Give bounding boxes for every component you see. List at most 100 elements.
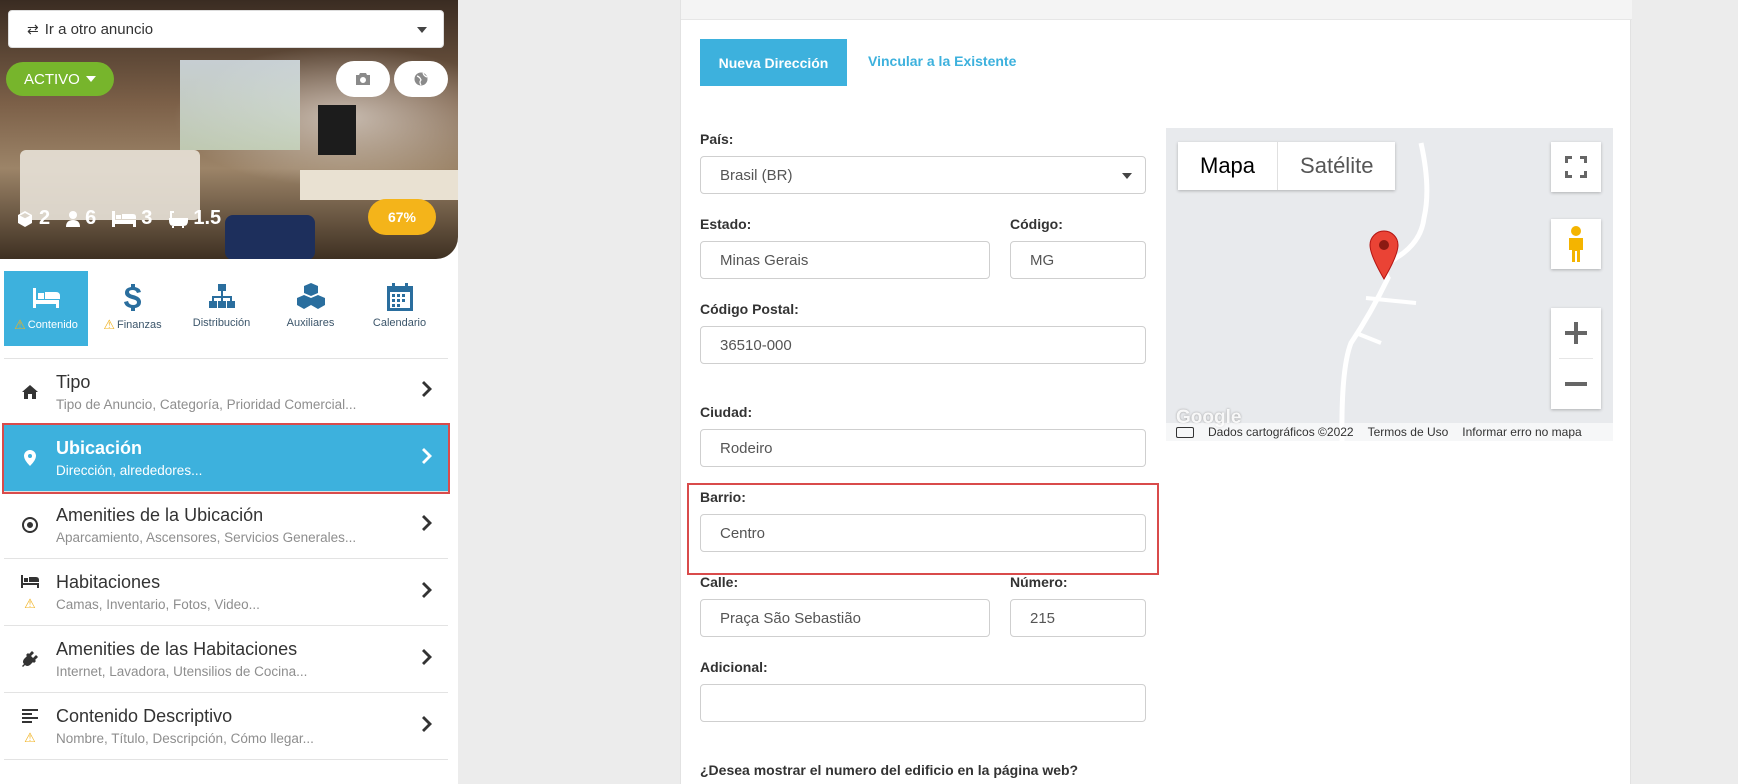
menu-item-title: Ubicación — [56, 438, 143, 458]
state-code-value: MG — [1030, 251, 1055, 269]
exchange-icon: ⇄ — [27, 20, 39, 37]
number-field[interactable]: 215 — [1010, 599, 1146, 637]
map-footer: Dados cartográficos ©2022 Termos de Uso … — [1166, 423, 1613, 441]
city-label: Ciudad: — [700, 404, 753, 420]
menu-item-amenities-habitaciones[interactable]: Amenities de las Habitaciones Internet, L… — [4, 626, 448, 693]
listing-stats: 2 6 3 1.5 — [16, 207, 221, 230]
map-type-satellite[interactable]: Satélite — [1278, 142, 1395, 190]
city-field[interactable]: Rodeiro — [700, 429, 1146, 467]
photos-button[interactable] — [336, 61, 390, 97]
stat-guests: 6 — [66, 207, 96, 230]
menu-item-ubicacion[interactable]: Ubicación Dirección, alrededores... — [2, 423, 450, 494]
state-label: Estado: — [700, 216, 752, 232]
tab-finanzas[interactable]: ⚠ Finanzas — [88, 271, 177, 346]
panel-top-bar — [681, 0, 1632, 20]
chevron-right-icon — [422, 715, 432, 732]
listing-photo: ⇄ Ir a otro anuncio ACTIVO 2 6 3 1.5 67% — [0, 0, 458, 259]
map-marker-icon — [1369, 230, 1399, 280]
status-dropdown-button[interactable]: ACTIVO — [6, 62, 114, 96]
warning-icon: ⚠ — [24, 595, 36, 611]
chevron-right-icon — [422, 447, 432, 464]
postal-code-label: Código Postal: — [700, 301, 799, 317]
country-select[interactable]: Brasil (BR) — [700, 156, 1146, 194]
city-value: Rodeiro — [720, 439, 773, 457]
number-value: 215 — [1030, 609, 1056, 627]
user-icon — [66, 210, 81, 227]
menu-item-amenities-ubicacion[interactable]: Amenities de la Ubicación Aparcamiento, A… — [4, 492, 448, 559]
state-code-field[interactable]: MG — [1010, 241, 1146, 279]
neighborhood-label: Barrio: — [700, 489, 746, 505]
street-field[interactable]: Praça São Sebastião — [700, 599, 990, 637]
completion-badge: 67% — [368, 199, 436, 235]
goto-listing-select[interactable]: ⇄ Ir a otro anuncio — [8, 10, 444, 48]
stat-beds: 3 — [112, 207, 152, 230]
cubes-icon — [296, 283, 325, 309]
globe-button[interactable] — [394, 61, 448, 97]
additional-label: Adicional: — [700, 659, 768, 675]
new-address-button[interactable]: Nueva Dirección — [700, 39, 847, 86]
postal-code-value: 36510-000 — [720, 336, 792, 354]
street-view-pegman[interactable] — [1551, 219, 1601, 269]
tab-calendario-label: Calendario — [372, 317, 427, 329]
number-label: Número: — [1010, 574, 1068, 590]
menu-item-tipo[interactable]: Tipo Tipo de Anuncio, Categoría, Priorida… — [4, 358, 448, 425]
align-left-icon — [22, 708, 38, 723]
menu-item-subtitle: Dirección, alrededores... — [56, 463, 203, 478]
state-field[interactable]: Minas Gerais — [700, 241, 990, 279]
photo-chair — [225, 215, 315, 259]
tab-distribucion-label: Distribución — [192, 317, 251, 329]
home-icon — [22, 384, 38, 399]
zoom-in-button[interactable] — [1551, 308, 1601, 358]
tab-contenido-label: Contenido — [27, 319, 78, 331]
postal-code-field[interactable]: 36510-000 — [700, 326, 1146, 364]
menu-item-habitaciones[interactable]: ⚠ Habitaciones Camas, Inventario, Fotos, … — [4, 559, 448, 626]
tab-calendario[interactable]: Calendario — [355, 271, 444, 346]
menu-item-title: Amenities de la Ubicación — [56, 505, 264, 525]
menu-item-subtitle: Camas, Inventario, Fotos, Video... — [56, 597, 260, 612]
stat-units: 2 — [16, 207, 50, 230]
camera-icon — [356, 73, 370, 85]
map-type-map[interactable]: Mapa — [1178, 142, 1279, 190]
fullscreen-button[interactable] — [1551, 142, 1601, 192]
country-label: País: — [700, 131, 734, 147]
menu-item-subtitle: Nombre, Título, Descripción, Cómo llegar… — [56, 731, 314, 746]
menu-item-title: Habitaciones — [56, 572, 161, 592]
status-label: ACTIVO — [24, 70, 80, 88]
menu-item-contenido-descriptivo[interactable]: ⚠ Contenido Descriptivo Nombre, Título, D… — [4, 693, 448, 760]
dollar-icon — [123, 284, 141, 311]
neighborhood-field[interactable]: Centro — [700, 514, 1146, 552]
stat-units-value: 2 — [39, 207, 51, 229]
state-value: Minas Gerais — [720, 251, 809, 269]
menu-item-subtitle: Internet, Lavadora, Utensilios de Cocina… — [56, 664, 308, 679]
minus-icon — [1565, 382, 1587, 386]
warning-icon: ⚠ — [103, 317, 115, 332]
warning-icon: ⚠ — [24, 729, 36, 745]
map-data-credit: Dados cartográficos ©2022 — [1208, 425, 1354, 439]
map-pin-icon — [24, 450, 36, 466]
bed-icon — [33, 288, 60, 308]
dot-circle-icon — [22, 517, 38, 533]
zoom-out-button[interactable] — [1551, 359, 1601, 409]
chevron-right-icon — [422, 648, 432, 665]
chevron-right-icon — [422, 514, 432, 531]
street-label: Calle: — [700, 574, 739, 590]
link-existing-link[interactable]: Vincular a la Existente — [868, 53, 1016, 69]
tab-contenido[interactable]: ⚠ Contenido — [4, 271, 88, 346]
map-terms-link[interactable]: Termos de Uso — [1368, 425, 1449, 439]
keyboard-icon[interactable] — [1176, 426, 1194, 438]
goto-listing-label: Ir a otro anuncio — [44, 20, 154, 38]
stat-baths: 1.5 — [168, 207, 221, 230]
pegman-icon — [1569, 226, 1583, 262]
bath-icon — [169, 210, 189, 228]
country-value: Brasil (BR) — [720, 166, 793, 184]
bed-icon — [21, 574, 39, 588]
photo-tv — [318, 105, 356, 155]
tab-auxiliares[interactable]: Auxiliares — [266, 271, 355, 346]
state-code-label: Código: — [1010, 216, 1063, 232]
tab-distribucion[interactable]: Distribución — [177, 271, 266, 346]
map[interactable]: Mapa Satélite Google Dados cartográficos… — [1166, 128, 1613, 441]
photo-cabinet — [300, 170, 458, 200]
map-report-link[interactable]: Informar erro no mapa — [1462, 425, 1581, 439]
additional-field[interactable] — [700, 684, 1146, 722]
photo-window — [180, 60, 300, 150]
